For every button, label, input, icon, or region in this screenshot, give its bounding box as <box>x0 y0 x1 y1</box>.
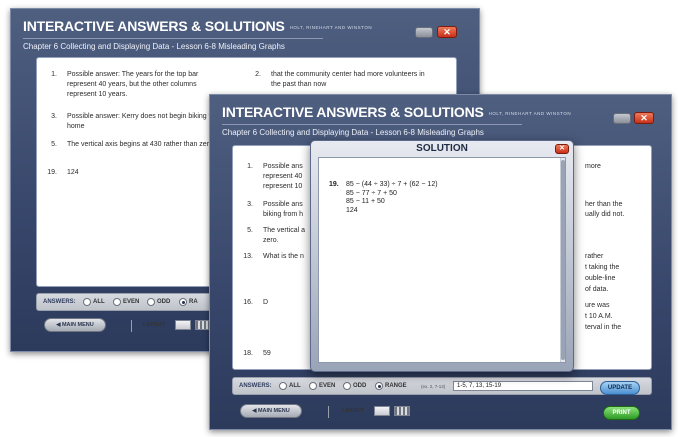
print-button[interactable]: PRINT <box>603 406 640 420</box>
title-rule <box>23 38 323 39</box>
solution-scrollbar[interactable] <box>560 158 565 362</box>
filter-odd-radio[interactable]: ODD <box>343 382 366 390</box>
minimize-button[interactable] <box>415 27 433 38</box>
solution-dialog: SOLUTION ✕ 19. 85 − (44 ÷ 33) ÷ 7 + (62 … <box>310 140 574 372</box>
answer-fragment: her than the <box>585 201 623 208</box>
solution-step: 124 <box>346 206 358 214</box>
answer-item-line: zero. <box>263 237 279 244</box>
minimize-button[interactable] <box>613 113 631 124</box>
answer-fragment: more <box>585 163 601 170</box>
answer-fragment: ure was <box>585 302 610 309</box>
publisher-logo-text: HOLT, RINEHART AND WINSTON <box>289 24 373 30</box>
solution-step: 85 − 77 ÷ 7 + 50 <box>346 189 397 197</box>
answer-item: 19. 124 <box>47 169 79 176</box>
layout-label: LAYOUT <box>143 322 166 328</box>
answers-filter-bar: ANSWERS: ALL EVEN ODD RANGE (ex. 2, 7-13… <box>232 377 652 395</box>
solution-title: SOLUTION <box>416 143 468 154</box>
answer-fragment: terval in the <box>585 324 622 331</box>
filter-range-radio[interactable]: RANGE <box>375 382 407 390</box>
solution-step: 85 − 11 + 50 <box>346 198 385 205</box>
filter-all-radio[interactable]: ALL <box>83 298 105 306</box>
answer-item: 1. Possible answer: The years for the to… <box>51 71 199 98</box>
answer-item: 3. Possible answer: Kerry does not begin… <box>51 113 223 130</box>
close-button[interactable]: ✕ <box>437 26 457 38</box>
filter-range-radio[interactable]: RA <box>179 298 198 306</box>
filter-all-radio[interactable]: ALL <box>279 382 301 390</box>
answer-fragment: ually did not. <box>585 211 625 218</box>
layout-single-button[interactable] <box>175 320 191 330</box>
range-input[interactable]: 1-5, 7, 13, 15-19 <box>453 381 593 391</box>
divider <box>131 320 132 332</box>
answer-fragment: rather <box>585 253 604 260</box>
answer-item-line: represent 40 <box>263 173 303 180</box>
answer-item: 1. Possible ans <box>247 163 303 170</box>
close-icon: ✕ <box>640 113 648 123</box>
close-icon: ✕ <box>559 145 565 152</box>
answer-item: 2. that the community center had more vo… <box>255 71 425 88</box>
title-rule <box>222 124 522 125</box>
close-button[interactable]: ✕ <box>634 112 654 124</box>
update-button[interactable]: UPDATE <box>600 381 640 395</box>
layout-single-button[interactable] <box>374 406 390 416</box>
solution-step: 85 − (44 ÷ 33) ÷ 7 + (62 − 12) <box>346 181 438 188</box>
chapter-title: Chapter 6 Collecting and Displaying Data… <box>23 42 285 51</box>
divider <box>328 406 329 418</box>
answer-fragment: t taking the <box>585 264 620 271</box>
answer-item: 5. The vertical a <box>247 227 306 234</box>
answer-fragment: of data. <box>585 286 609 293</box>
publisher-logo-text: HOLT, RINEHART AND WINSTON <box>488 110 572 116</box>
app-title: INTERACTIVE ANSWERS & SOLUTIONS HOLT, RIN… <box>222 104 572 120</box>
answer-fragment: ouble-line <box>585 275 616 282</box>
answer-item: 3. Possible ans <box>247 201 303 208</box>
main-menu-button[interactable]: ◀ MAIN MENU <box>44 318 106 332</box>
answer-fragment: t 10 A.M. <box>585 313 613 320</box>
answer-item-line: represent 10 <box>263 183 303 190</box>
solution-problem-number: 19. <box>329 181 339 188</box>
answer-item: 5. The vertical axis begins at 430 rathe… <box>51 141 215 148</box>
answer-item: 18. 59 <box>243 350 271 357</box>
answer-item-line: biking from h <box>263 211 304 218</box>
chapter-title: Chapter 6 Collecting and Displaying Data… <box>222 128 484 137</box>
layout-grid-button[interactable] <box>394 406 410 416</box>
filter-odd-radio[interactable]: ODD <box>147 298 170 306</box>
range-example-note: (ex. 2, 7-13) <box>421 384 446 389</box>
answer-item: 13. What is the n <box>243 253 304 260</box>
filter-even-radio[interactable]: EVEN <box>309 382 335 390</box>
main-menu-button[interactable]: ◀ MAIN MENU <box>240 404 302 418</box>
solution-close-button[interactable]: ✕ <box>555 144 569 154</box>
close-icon: ✕ <box>443 27 451 37</box>
app-title: INTERACTIVE ANSWERS & SOLUTIONS HOLT, RIN… <box>23 18 373 34</box>
filter-even-radio[interactable]: EVEN <box>113 298 139 306</box>
layout-label: LAYOUT <box>342 408 365 414</box>
answer-item: 16. D <box>243 299 269 306</box>
solution-body: 19. 85 − (44 ÷ 33) ÷ 7 + (62 − 12) 85 − … <box>318 157 566 363</box>
